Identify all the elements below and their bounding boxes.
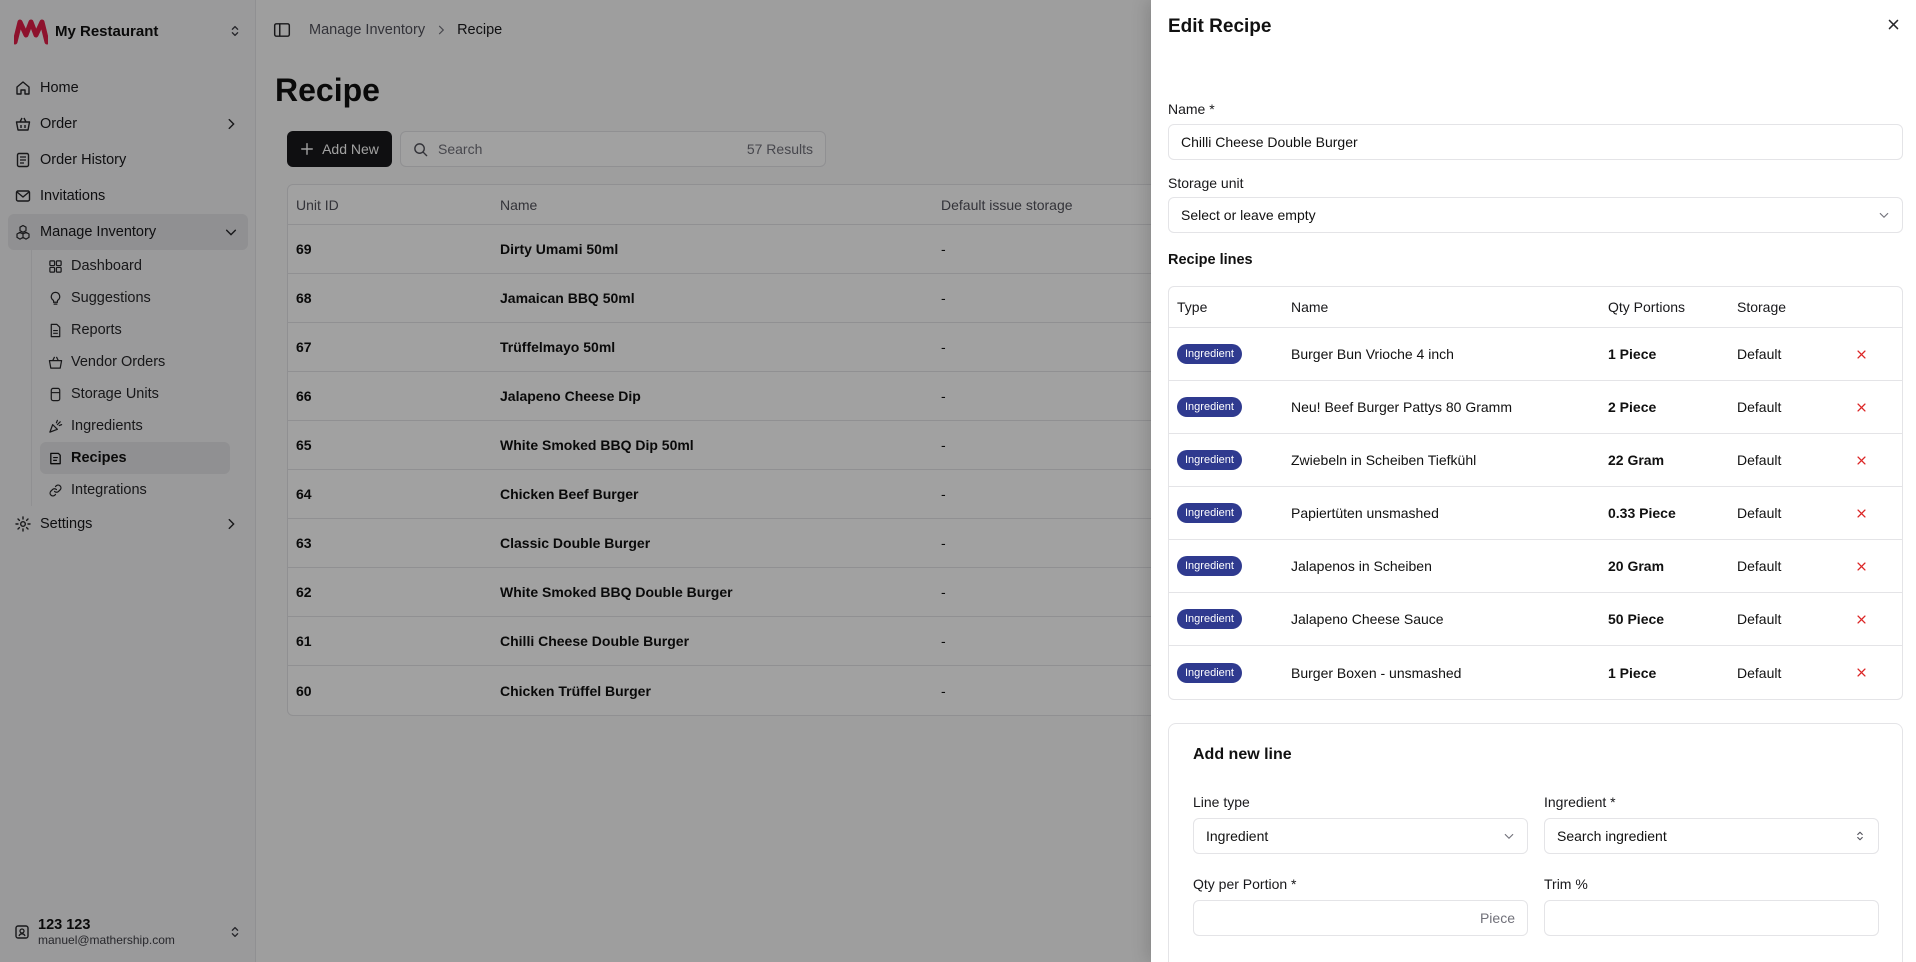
add-new-line-card: Add new line Line type Ingredient Ingred…	[1168, 723, 1903, 962]
column-header: Qty Portions	[1608, 299, 1686, 315]
type-badge: Ingredient	[1177, 450, 1242, 470]
line-qty: 1 Piece	[1608, 664, 1657, 681]
recipe-lines-header: Type Name Qty Portions Storage	[1169, 287, 1902, 328]
column-header: Type	[1177, 299, 1208, 315]
type-badge: Ingredient	[1177, 503, 1242, 523]
storage-unit-label: Storage unit	[1168, 175, 1244, 191]
close-icon	[1856, 402, 1866, 412]
line-type-label: Line type	[1193, 794, 1250, 810]
close-icon	[1856, 349, 1866, 359]
line-storage: Default	[1737, 452, 1782, 468]
chevron-down-icon	[1879, 212, 1889, 219]
recipe-lines-table: Type Name Qty Portions Storage Ingredien…	[1168, 286, 1903, 700]
recipe-line-row: Ingredient Jalapeno Cheese Sauce 50 Piec…	[1169, 593, 1902, 646]
ingredient-label: Ingredient *	[1544, 794, 1616, 810]
add-new-line-title: Add new line	[1193, 746, 1292, 763]
line-name: Burger Bun Vrioche 4 inch	[1291, 346, 1454, 362]
close-icon	[1856, 561, 1866, 571]
type-badge: Ingredient	[1177, 662, 1242, 683]
trim-input[interactable]	[1557, 910, 1866, 926]
chevrons-up-down-icon	[1857, 831, 1863, 841]
delete-line-button[interactable]	[1853, 558, 1869, 574]
line-type-value: Ingredient	[1206, 828, 1269, 844]
close-button[interactable]	[1884, 15, 1902, 33]
line-type-select[interactable]: Ingredient	[1193, 818, 1528, 854]
name-label: Name *	[1168, 101, 1215, 117]
line-name: Jalapenos in Scheiben	[1291, 558, 1432, 574]
delete-line-button[interactable]	[1853, 452, 1869, 468]
line-qty: 2 Piece	[1608, 399, 1657, 415]
delete-line-button[interactable]	[1853, 611, 1869, 627]
close-icon	[1856, 508, 1866, 518]
line-name: Zwiebeln in Scheiben Tiefkühl	[1291, 452, 1477, 468]
line-storage: Default	[1737, 558, 1782, 574]
line-storage: Default	[1737, 611, 1782, 627]
ingredient-placeholder: Search ingredient	[1557, 828, 1667, 844]
delete-line-button[interactable]	[1853, 505, 1869, 521]
chevron-down-icon	[1504, 833, 1514, 840]
line-qty: 22 Gram	[1608, 452, 1665, 468]
recipe-line-row: Ingredient Zwiebeln in Scheiben Tiefkühl…	[1169, 434, 1902, 487]
ingredient-combobox[interactable]: Search ingredient	[1544, 818, 1879, 854]
storage-unit-placeholder: Select or leave empty	[1181, 207, 1316, 223]
close-icon	[1856, 614, 1866, 624]
recipe-lines-title: Recipe lines	[1168, 252, 1253, 268]
recipe-line-row: Ingredient Burger Bun Vrioche 4 inch 1 P…	[1169, 328, 1902, 381]
qty-per-portion-label: Qty per Portion *	[1193, 876, 1297, 892]
recipe-line-row: Ingredient Jalapenos in Scheiben 20 Gram…	[1169, 540, 1902, 593]
line-storage: Default	[1737, 346, 1782, 362]
drawer-title: Edit Recipe	[1168, 16, 1272, 37]
column-header: Name	[1291, 299, 1329, 315]
line-qty: 50 Piece	[1608, 611, 1665, 627]
line-name: Jalapeno Cheese Sauce	[1291, 611, 1444, 627]
storage-unit-select[interactable]: Select or leave empty	[1168, 197, 1903, 233]
line-name: Papiertüten unsmashed	[1291, 505, 1439, 521]
type-badge: Ingredient	[1177, 609, 1242, 629]
recipe-line-row: Ingredient Neu! Beef Burger Pattys 80 Gr…	[1169, 381, 1902, 434]
type-badge: Ingredient	[1177, 556, 1242, 576]
line-qty: 1 Piece	[1608, 346, 1657, 362]
qty-per-portion-input[interactable]	[1206, 910, 1472, 926]
line-storage: Default	[1737, 664, 1782, 681]
line-qty: 0.33 Piece	[1608, 505, 1676, 521]
line-name: Neu! Beef Burger Pattys 80 Gramm	[1291, 399, 1512, 415]
delete-line-button[interactable]	[1853, 346, 1869, 362]
name-field	[1168, 124, 1903, 160]
line-storage: Default	[1737, 505, 1782, 521]
line-name: Burger Boxen - unsmashed	[1291, 664, 1462, 681]
close-icon	[1888, 19, 1898, 29]
qty-unit-suffix: Piece	[1479, 910, 1515, 926]
close-icon	[1856, 455, 1866, 465]
line-qty: 20 Gram	[1608, 558, 1665, 574]
delete-line-button[interactable]	[1853, 399, 1869, 415]
close-icon	[1856, 668, 1866, 677]
column-header: Storage	[1737, 299, 1787, 315]
qty-per-portion-field: Piece	[1193, 900, 1528, 936]
type-badge: Ingredient	[1177, 344, 1242, 364]
recipe-line-row: Ingredient Burger Boxen - unsmashed 1 Pi…	[1169, 646, 1902, 699]
line-storage: Default	[1737, 399, 1782, 415]
edit-recipe-drawer: Edit Recipe Name * Storage unit Select o…	[1151, 0, 1916, 962]
recipe-line-row: Ingredient Papiertüten unsmashed 0.33 Pi…	[1169, 487, 1902, 540]
type-badge: Ingredient	[1177, 397, 1242, 417]
trim-field	[1544, 900, 1879, 936]
name-input[interactable]	[1181, 134, 1890, 150]
trim-label: Trim %	[1544, 876, 1588, 892]
delete-line-button[interactable]	[1853, 665, 1869, 681]
